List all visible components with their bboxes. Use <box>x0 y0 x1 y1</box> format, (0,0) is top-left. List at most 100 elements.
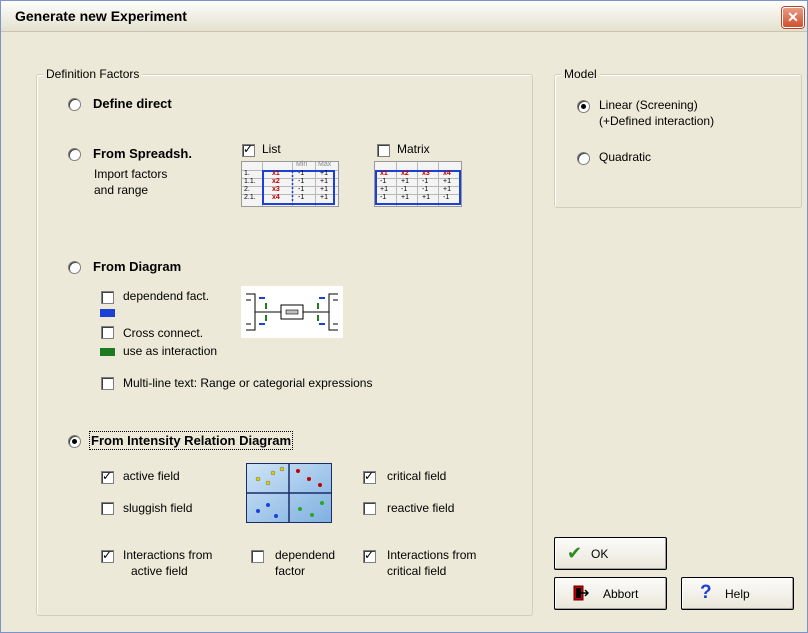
help-button[interactable]: ? Help <box>681 577 794 610</box>
green-legend-bar <box>100 348 115 356</box>
definition-factors-legend: Definition Factors <box>43 67 143 81</box>
list-row2-min: -1 <box>298 178 305 185</box>
quadratic-radio[interactable] <box>577 152 590 165</box>
list-row4-max: +1 <box>320 194 328 201</box>
abort-button[interactable]: Abbort <box>554 577 667 610</box>
matrix-h4: x4 <box>443 170 451 177</box>
use-as-interaction-label: use as interaction <box>123 344 218 358</box>
dependend-factor-line1[interactable]: dependend <box>275 548 335 562</box>
dependend-factor-checkbox[interactable] <box>251 550 264 563</box>
dependend-factor-line2: factor <box>275 564 306 578</box>
matrix-r2c3: -1 <box>422 186 429 193</box>
list-row3-name: x3 <box>272 186 280 193</box>
ok-label: OK <box>591 547 609 561</box>
matrix-h3: x3 <box>422 170 430 177</box>
list-row4-idx: 2.1. <box>244 194 256 201</box>
cross-connect-label[interactable]: Cross connect. <box>123 326 203 340</box>
cross-connect-checkbox[interactable] <box>101 326 114 339</box>
matrix-r3c3: +1 <box>422 194 430 201</box>
from-intensity-radio[interactable] <box>68 435 81 448</box>
quadratic-label[interactable]: Quadratic <box>599 150 651 164</box>
experiment-dialog: Generate new Experiment ✕ Definition Fac… <box>0 0 808 633</box>
interactions-active-line2: active field <box>131 564 188 578</box>
matrix-h2: x2 <box>401 170 409 177</box>
matrix-h1: x1 <box>380 170 388 177</box>
list-row1-idx: 1. <box>244 170 250 177</box>
matrix-r1c2: +1 <box>401 178 409 185</box>
list-header-min: Min <box>296 161 308 168</box>
blue-legend-bar <box>100 309 115 317</box>
interactions-active-line1[interactable]: Interactions from <box>123 548 212 562</box>
matrix-r3c4: -1 <box>443 194 450 201</box>
list-header-max: Max <box>318 161 332 168</box>
multiline-label[interactable]: Multi-line text: Range or categorial exp… <box>123 376 372 390</box>
model-group <box>554 74 802 208</box>
reactive-field-checkbox[interactable] <box>363 502 376 515</box>
interactions-critical-line2: critical field <box>387 564 447 578</box>
list-row1-min: -1 <box>298 170 305 177</box>
interactions-critical-checkbox[interactable] <box>363 548 376 563</box>
list-row1-name: x1 <box>272 170 280 177</box>
checkmark-icon: ✔ <box>567 543 583 564</box>
list-row2-idx: 1.1. <box>244 178 256 185</box>
list-row3-max: +1 <box>320 186 328 193</box>
list-row2-name: x2 <box>272 178 280 185</box>
list-row1-max: +1 <box>320 170 328 177</box>
matrix-r3c1: -1 <box>380 194 387 201</box>
window-title: Generate new Experiment <box>15 8 187 24</box>
close-button[interactable]: ✕ <box>782 7 804 28</box>
matrix-r2c4: +1 <box>443 186 451 193</box>
spreadsheet-desc-line2: and range <box>94 183 149 197</box>
active-field-checkbox[interactable] <box>101 469 114 484</box>
from-diagram-radio[interactable] <box>68 261 81 274</box>
diagram-preview-image <box>241 286 343 338</box>
ok-button[interactable]: ✔ OK <box>554 537 667 570</box>
critical-field-label[interactable]: critical field <box>387 469 446 483</box>
matrix-table-preview: x1 x2 x3 x4 -1 +1 -1 +1 +1 -1 -1 +1 -1 +… <box>374 161 462 207</box>
linear-label-line1[interactable]: Linear (Screening) <box>599 98 698 112</box>
list-row2-max: +1 <box>320 178 328 185</box>
matrix-r1c3: -1 <box>422 178 429 185</box>
from-spreadsheet-radio[interactable] <box>68 148 81 161</box>
dependend-fact-checkbox[interactable] <box>101 291 114 304</box>
close-icon: ✕ <box>787 9 799 25</box>
model-legend: Model <box>561 67 600 81</box>
list-row4-min: -1 <box>298 194 305 201</box>
define-direct-label[interactable]: Define direct <box>93 96 172 111</box>
matrix-r2c1: +1 <box>380 186 388 193</box>
intensity-diagram-image <box>246 463 332 523</box>
matrix-r2c2: -1 <box>401 186 408 193</box>
define-direct-radio[interactable] <box>68 98 81 111</box>
dependend-fact-label[interactable]: dependend fact. <box>123 289 209 303</box>
from-diagram-label[interactable]: From Diagram <box>93 259 181 274</box>
list-row3-idx: 2. <box>244 186 250 193</box>
list-row3-min: -1 <box>298 186 305 193</box>
reactive-field-label[interactable]: reactive field <box>387 501 454 515</box>
matrix-r3c2: +1 <box>401 194 409 201</box>
critical-field-checkbox[interactable] <box>363 469 376 484</box>
spreadsheet-desc-line1: Import factors <box>94 167 168 181</box>
help-question-icon: ? <box>700 582 712 603</box>
abort-label: Abbort <box>603 587 639 601</box>
interactions-active-checkbox[interactable] <box>101 548 114 563</box>
from-intensity-label[interactable]: From Intensity Relation Diagram <box>88 431 294 450</box>
list-checkbox[interactable] <box>242 142 255 157</box>
linear-radio[interactable] <box>577 100 590 113</box>
interactions-critical-line1[interactable]: Interactions from <box>387 548 476 562</box>
matrix-r1c4: +1 <box>443 178 451 185</box>
sluggish-field-label[interactable]: sluggish field <box>123 501 192 515</box>
help-label: Help <box>725 587 750 601</box>
matrix-r1c1: -1 <box>380 178 387 185</box>
title-bar[interactable]: Generate new Experiment ✕ <box>1 1 807 32</box>
active-field-label[interactable]: active field <box>123 469 180 483</box>
exit-door-icon <box>573 585 590 601</box>
sluggish-field-checkbox[interactable] <box>101 502 114 515</box>
list-label[interactable]: List <box>262 142 281 156</box>
list-table-preview: Min Max 1. x1 -1 +1 1.1. x2 -1 +1 2. x3 … <box>241 161 339 207</box>
linear-label-line2: (+Defined interaction) <box>599 114 715 128</box>
multiline-checkbox[interactable] <box>101 377 114 390</box>
matrix-checkbox[interactable] <box>377 144 390 157</box>
list-row4-name: x4 <box>272 194 280 201</box>
matrix-label[interactable]: Matrix <box>397 142 430 156</box>
from-spreadsheet-label[interactable]: From Spreadsh. <box>93 146 192 161</box>
